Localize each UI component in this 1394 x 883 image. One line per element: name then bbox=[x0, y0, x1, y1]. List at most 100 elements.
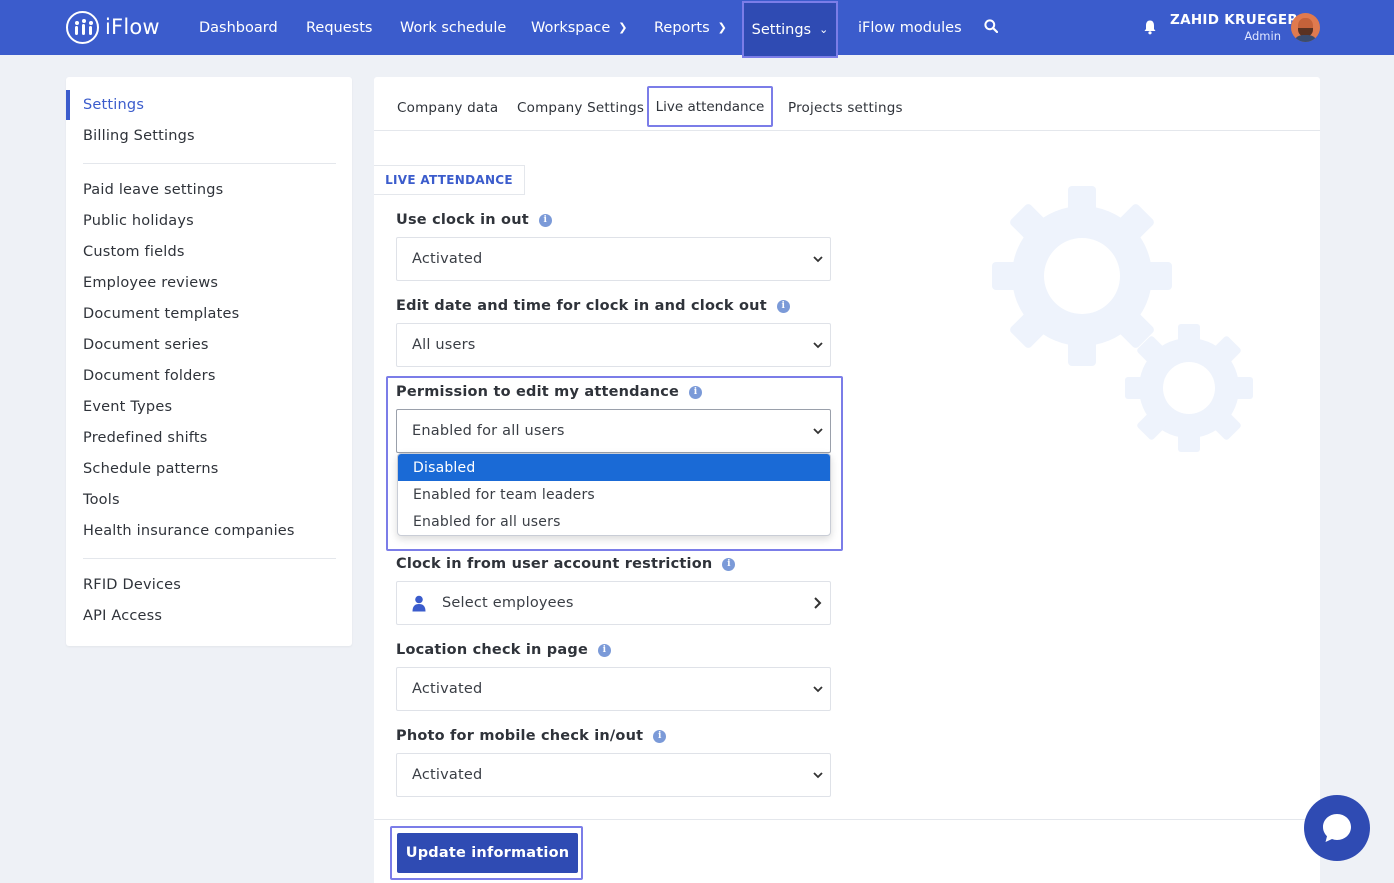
nav-dashboard[interactable]: Dashboard bbox=[199, 0, 278, 55]
edit-date-time-label-text: Edit date and time for clock in and cloc… bbox=[396, 298, 767, 314]
clock-in-restriction-label: Clock in from user account restriction i bbox=[396, 556, 736, 572]
permission-options-dropdown: Disabled Enabled for team leaders Enable… bbox=[397, 453, 831, 536]
section-title-label: LIVE ATTENDANCE bbox=[385, 173, 513, 187]
tab-projects-settings[interactable]: Projects settings bbox=[788, 100, 903, 116]
sidebar-divider bbox=[83, 558, 336, 559]
photo-mobile-select[interactable]: Activated bbox=[396, 753, 831, 797]
nav-dashboard-label: Dashboard bbox=[199, 19, 278, 36]
form-footer-divider bbox=[374, 819, 1320, 820]
nav-requests[interactable]: Requests bbox=[306, 0, 372, 55]
sidebar-item-predefined-shifts[interactable]: Predefined shifts bbox=[83, 430, 208, 446]
info-icon[interactable]: i bbox=[597, 643, 611, 657]
location-check-in-label: Location check in page i bbox=[396, 642, 611, 658]
sidebar-item-document-templates[interactable]: Document templates bbox=[83, 306, 239, 322]
sidebar-item-schedule-patterns[interactable]: Schedule patterns bbox=[83, 461, 218, 477]
tabs-divider bbox=[374, 130, 1320, 131]
chevron-right-icon: ❯ bbox=[618, 21, 628, 34]
chevron-down-icon bbox=[813, 428, 823, 435]
photo-mobile-label-text: Photo for mobile check in/out bbox=[396, 728, 644, 744]
search-icon[interactable] bbox=[984, 19, 998, 33]
tab-live-attendance[interactable]: Live attendance bbox=[647, 86, 773, 127]
sidebar-item-health-insurance-companies[interactable]: Health insurance companies bbox=[83, 523, 295, 539]
tab-live-attendance-label: Live attendance bbox=[655, 98, 765, 115]
info-icon[interactable]: i bbox=[722, 557, 736, 571]
edit-date-time-value: All users bbox=[412, 337, 476, 353]
user-role: Admin bbox=[1244, 29, 1281, 43]
option-enabled-all-users[interactable]: Enabled for all users bbox=[398, 508, 830, 535]
chat-bubble-icon bbox=[1323, 814, 1351, 842]
nav-requests-label: Requests bbox=[306, 19, 373, 36]
nav-settings-label: Settings bbox=[751, 21, 812, 38]
sidebar-item-paid-leave-settings[interactable]: Paid leave settings bbox=[83, 182, 223, 198]
nav-workspace[interactable]: Workspace ❯ bbox=[531, 0, 627, 55]
option-disabled[interactable]: Disabled bbox=[398, 454, 830, 481]
chevron-right-icon: ❯ bbox=[717, 21, 727, 34]
nav-iflow-modules-label: iFlow modules bbox=[858, 19, 962, 36]
chevron-down-icon bbox=[813, 686, 823, 693]
permission-edit-attendance-label-text: Permission to edit my attendance bbox=[396, 384, 680, 400]
use-clock-in-out-select[interactable]: Activated bbox=[396, 237, 831, 281]
avatar[interactable] bbox=[1291, 13, 1320, 42]
info-icon[interactable]: i bbox=[653, 729, 667, 743]
edit-date-time-label: Edit date and time for clock in and cloc… bbox=[396, 298, 790, 314]
clock-in-restriction-value: Select employees bbox=[442, 595, 574, 611]
use-clock-in-out-label-text: Use clock in out bbox=[396, 212, 529, 228]
location-check-in-value: Activated bbox=[412, 681, 483, 697]
sidebar-item-public-holidays[interactable]: Public holidays bbox=[83, 213, 194, 229]
sidebar-item-billing-settings[interactable]: Billing Settings bbox=[83, 128, 195, 144]
top-navbar: iFlow Dashboard Requests Work schedule W… bbox=[0, 0, 1394, 58]
nav-iflow-modules[interactable]: iFlow modules bbox=[858, 0, 962, 55]
nav-work-schedule-label: Work schedule bbox=[400, 19, 507, 36]
active-indicator bbox=[66, 90, 70, 120]
chevron-right-icon bbox=[814, 597, 822, 609]
sidebar-item-rfid-devices[interactable]: RFID Devices bbox=[83, 577, 181, 593]
sidebar-item-custom-fields[interactable]: Custom fields bbox=[83, 244, 185, 260]
tab-company-settings[interactable]: Company Settings bbox=[517, 100, 644, 116]
section-title: LIVE ATTENDANCE bbox=[374, 165, 525, 195]
chat-button[interactable] bbox=[1304, 795, 1370, 861]
location-check-in-select[interactable]: Activated bbox=[396, 667, 831, 711]
brand-name: iFlow bbox=[105, 15, 160, 39]
tab-company-data[interactable]: Company data bbox=[397, 100, 498, 116]
update-button-highlight: Update information bbox=[390, 826, 583, 880]
nav-work-schedule[interactable]: Work schedule bbox=[400, 0, 506, 55]
sidebar-item-document-series[interactable]: Document series bbox=[83, 337, 209, 353]
info-icon[interactable]: i bbox=[689, 385, 703, 399]
sidebar-item-event-types[interactable]: Event Types bbox=[83, 399, 172, 415]
update-information-button[interactable]: Update information bbox=[397, 833, 578, 873]
sidebar-item-settings[interactable]: Settings bbox=[83, 97, 144, 113]
gears-illustration-icon bbox=[992, 186, 1253, 452]
nav-reports-label: Reports bbox=[654, 19, 710, 36]
sidebar-item-employee-reviews[interactable]: Employee reviews bbox=[83, 275, 218, 291]
sidebar-divider bbox=[83, 163, 336, 164]
clock-in-restriction-label-text: Clock in from user account restriction bbox=[396, 556, 713, 572]
chevron-down-icon: ⌄ bbox=[819, 23, 829, 36]
photo-mobile-label: Photo for mobile check in/out i bbox=[396, 728, 667, 744]
select-employees-button[interactable]: Select employees bbox=[396, 581, 831, 625]
sidebar-item-tools[interactable]: Tools bbox=[83, 492, 120, 508]
nav-settings[interactable]: Settings ⌄ bbox=[742, 1, 838, 58]
nav-reports[interactable]: Reports ❯ bbox=[654, 0, 727, 55]
iflow-logo-icon bbox=[66, 10, 99, 44]
location-check-in-label-text: Location check in page bbox=[396, 642, 588, 658]
chevron-down-icon bbox=[813, 772, 823, 779]
permission-edit-attendance-select[interactable]: Enabled for all users bbox=[396, 409, 831, 453]
chevron-down-icon bbox=[813, 256, 823, 263]
photo-mobile-value: Activated bbox=[412, 767, 483, 783]
chevron-down-icon bbox=[813, 342, 823, 349]
bell-icon[interactable] bbox=[1143, 19, 1157, 35]
info-icon[interactable]: i bbox=[776, 299, 790, 313]
use-clock-in-out-value: Activated bbox=[412, 251, 483, 267]
permission-edit-attendance-label: Permission to edit my attendance i bbox=[396, 384, 703, 400]
use-clock-in-out-label: Use clock in out i bbox=[396, 212, 552, 228]
info-icon[interactable]: i bbox=[538, 213, 552, 227]
user-name[interactable]: ZAHID KRUEGER bbox=[1170, 12, 1298, 28]
sidebar-item-document-folders[interactable]: Document folders bbox=[83, 368, 216, 384]
sidebar-item-api-access[interactable]: API Access bbox=[83, 608, 162, 624]
user-icon bbox=[412, 595, 426, 611]
option-enabled-team-leaders[interactable]: Enabled for team leaders bbox=[398, 481, 830, 508]
iflow-logo[interactable]: iFlow bbox=[66, 10, 160, 44]
nav-workspace-label: Workspace bbox=[531, 19, 611, 36]
settings-sidebar: Settings Billing Settings Paid leave set… bbox=[66, 77, 352, 646]
edit-date-time-select[interactable]: All users bbox=[396, 323, 831, 367]
